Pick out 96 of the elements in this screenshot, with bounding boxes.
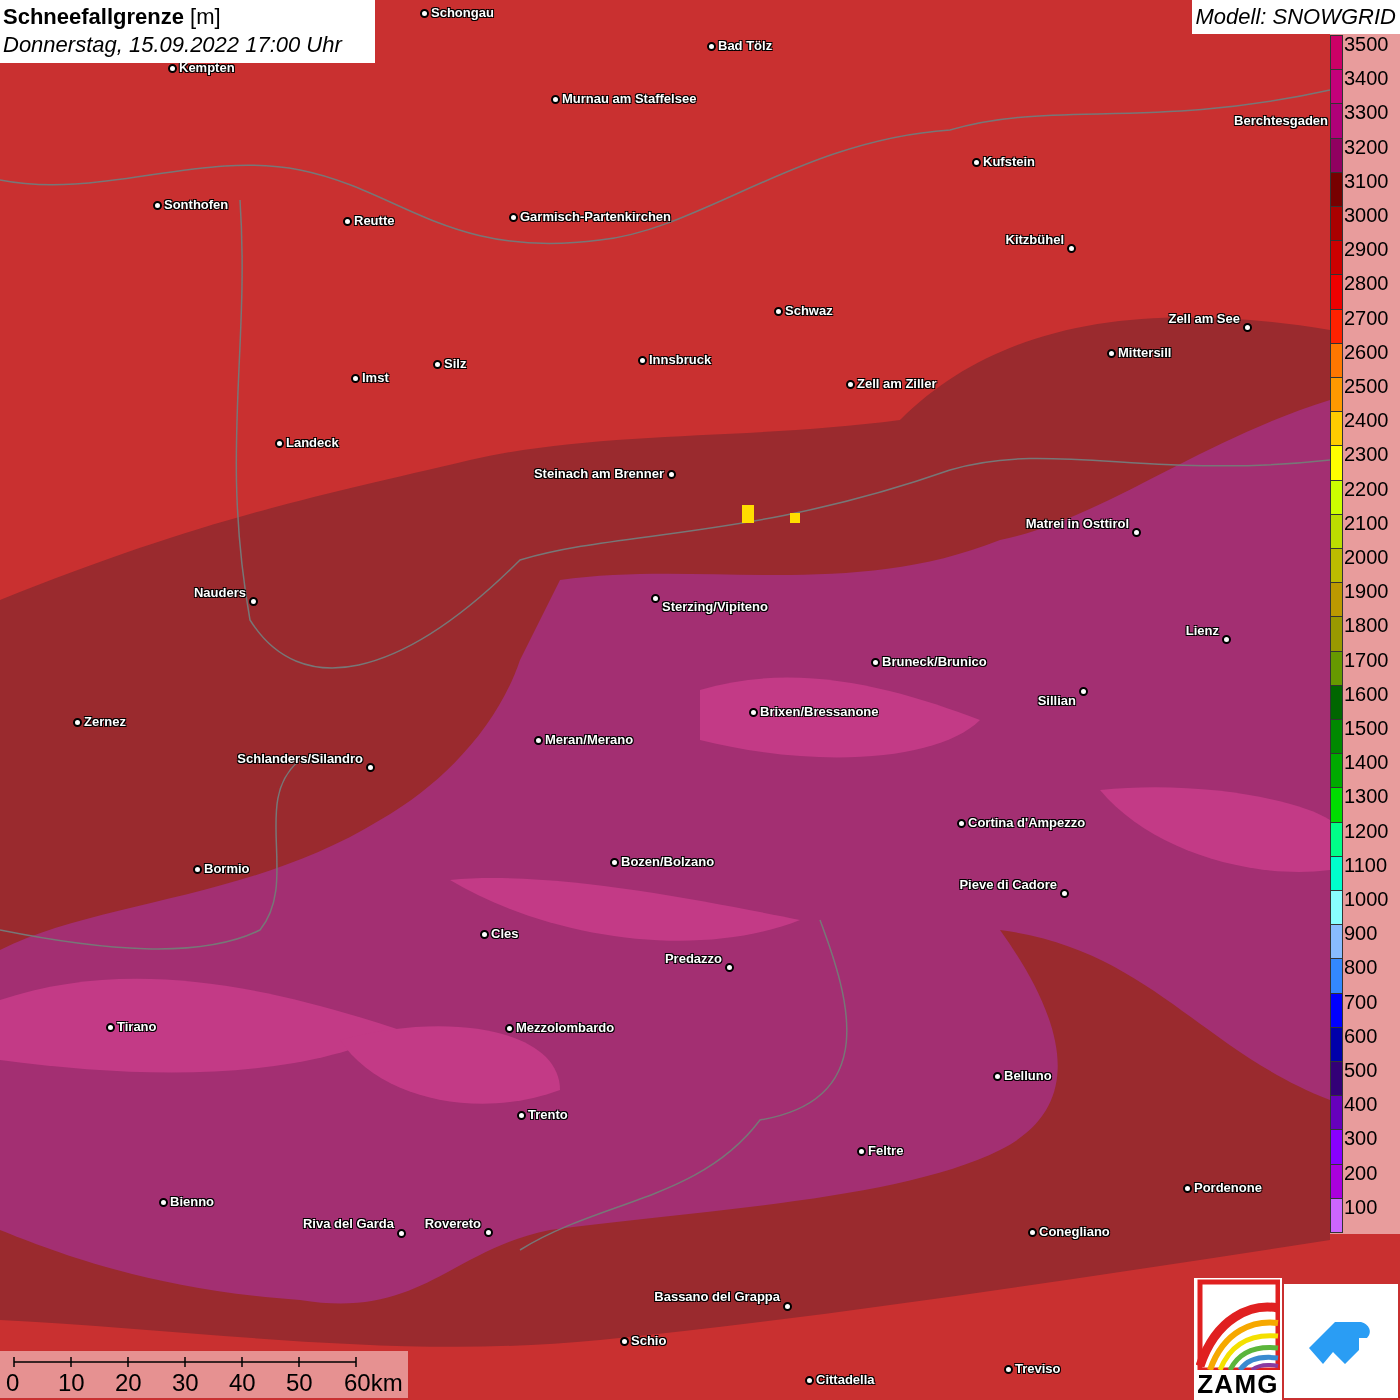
legend-label: 200 (1344, 1161, 1378, 1184)
city-label: Riva del Garda (302, 1216, 394, 1232)
model-label: Modell: SNOWGRID (1191, 0, 1400, 34)
legend-label: 2800 (1344, 272, 1389, 295)
scale-bar-label: 10 (58, 1369, 85, 1397)
city-label: Zell am Ziller (857, 376, 937, 392)
rainbow-icon (1196, 1278, 1280, 1370)
scale-bar-label: 40 (229, 1369, 256, 1397)
city-label: Mezzolombardo (516, 1020, 615, 1036)
city-label: Sterzing/Vipiteno (662, 599, 768, 615)
city-label: Predazzo (664, 951, 722, 967)
city-label: Belluno (1004, 1068, 1052, 1084)
city-label: Schwaz (785, 303, 833, 319)
legend-label: 1000 (1344, 888, 1389, 910)
legend-label: 2300 (1344, 443, 1389, 466)
scale-bar-label: 60km (344, 1369, 403, 1397)
city-label: Reutte (354, 213, 395, 229)
city-label: Innsbruck (649, 352, 712, 368)
city-label: Pieve di Cadore (959, 877, 1057, 893)
legend-label: 2700 (1344, 306, 1389, 329)
city-label: Conegliano (1039, 1224, 1110, 1240)
city-label: Bozen/Bolzano (621, 854, 715, 870)
city-label: Kempten (179, 60, 235, 76)
city-label: Cittadella (816, 1372, 875, 1388)
legend-label: 1700 (1344, 648, 1389, 671)
legend-label: 2200 (1344, 477, 1389, 500)
legend-label: 2100 (1344, 511, 1389, 534)
legend-label: 800 (1344, 956, 1378, 979)
city-label: Bad Tölz (718, 38, 773, 54)
legend-label: 3100 (1344, 169, 1389, 192)
legend-label: 1100 (1344, 853, 1387, 876)
legend-label: 400 (1344, 1093, 1378, 1116)
legend-label: 600 (1344, 1024, 1378, 1047)
city-label: Zell am See (1168, 311, 1240, 327)
legend-label: 3200 (1344, 135, 1389, 158)
legend-label: 100 (1344, 1195, 1378, 1218)
legend-label: 3500 (1344, 33, 1389, 55)
legend-label: 3300 (1344, 101, 1389, 124)
city-label: Brixen/Bressanone (760, 704, 879, 720)
city-label: Landeck (286, 435, 339, 451)
city-label: Bormio (204, 861, 250, 877)
city-label: Silz (444, 356, 467, 372)
city-label: Schlanders/Silandro (237, 751, 363, 767)
city-label: Pordenone (1194, 1180, 1262, 1196)
legend-label: 1900 (1344, 580, 1389, 603)
city-label: Imst (362, 370, 389, 386)
legend-label: 1500 (1344, 717, 1389, 739)
legend-label: 2500 (1344, 375, 1389, 397)
city-label: Feltre (868, 1143, 904, 1159)
city-label: Kufstein (983, 154, 1035, 170)
city-label: Bienno (170, 1194, 215, 1210)
city-label: Murnau am Staffelsee (562, 91, 697, 107)
city-label: Tirano (117, 1019, 157, 1035)
city-label: Kitzbühel (1005, 232, 1064, 248)
city-label: Nauders (193, 585, 246, 601)
city-label: Cles (491, 926, 519, 942)
legend-label: 3000 (1344, 204, 1389, 226)
map-title: Schneefallgrenze [m] (3, 3, 222, 31)
scale-bar-label: 30 (172, 1369, 199, 1397)
city-label: Sillian (1037, 693, 1076, 709)
city-label: Lienz (1185, 623, 1219, 639)
city-label: Mittersill (1118, 345, 1172, 361)
city-label: Matrei in Osttirol (1025, 516, 1129, 532)
legend-label: 2400 (1344, 409, 1389, 432)
scale-bar-label: 20 (115, 1369, 142, 1397)
city-label: Zernez (84, 714, 126, 730)
legend-label: 1200 (1344, 819, 1389, 842)
legend-label: 1400 (1344, 751, 1389, 774)
city-label: Steinach am Brenner (533, 466, 664, 482)
legend-label: 2600 (1344, 340, 1389, 363)
map-date: Donnerstag, 15.09.2022 17:00 Uhr (3, 31, 344, 59)
city-label: Rovereto (424, 1216, 481, 1232)
city-label: Garmisch-Partenkirchen (520, 209, 671, 225)
legend-label: 1800 (1344, 614, 1389, 637)
scale-bar-label: 0 (6, 1369, 20, 1397)
city-label: Berchtesgaden (1234, 113, 1328, 129)
scale-bar-label: 50 (286, 1369, 313, 1397)
legend-label: 2000 (1344, 546, 1389, 568)
city-label: Bassano del Grappa (654, 1289, 780, 1305)
legend-label: 3400 (1344, 67, 1389, 90)
legend-label: 2900 (1344, 238, 1389, 261)
legend-label: 300 (1344, 1127, 1378, 1150)
city-label: Schongau (431, 5, 494, 21)
city-label: Schio (631, 1333, 667, 1349)
legend-label: 500 (1344, 1059, 1378, 1081)
legend-label: 1300 (1344, 785, 1389, 808)
legend-label: 900 (1344, 922, 1378, 945)
city-label: Treviso (1015, 1361, 1061, 1377)
logo-text: ZAMG (1197, 1370, 1279, 1398)
city-label: Cortina d'Ampezzo (968, 815, 1086, 831)
city-label: Meran/Merano (545, 732, 634, 748)
city-label: Sonthofen (164, 197, 229, 213)
city-label: Trento (528, 1107, 568, 1123)
legend-label: 700 (1344, 990, 1378, 1013)
legend-label: 1600 (1344, 682, 1389, 705)
city-label: Bruneck/Brunico (882, 654, 987, 670)
